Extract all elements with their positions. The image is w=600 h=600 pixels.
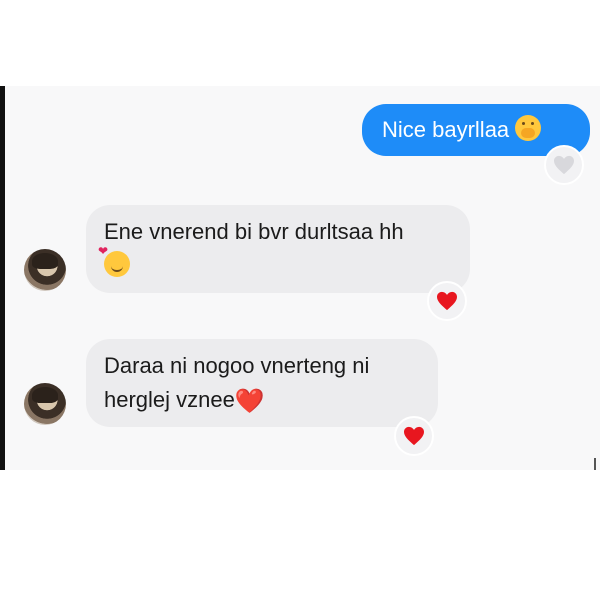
incoming-message-bubble[interactable]: Daraa ni nogoo vnerteng ni herglej vznee… xyxy=(86,339,438,427)
avatar[interactable] xyxy=(24,249,66,291)
red-heart-emoji-icon: ❤️ xyxy=(234,388,265,415)
scrollbar-thumb[interactable] xyxy=(594,458,596,470)
heart-red-icon xyxy=(437,291,457,311)
reaction-badge[interactable] xyxy=(427,281,467,321)
heart-gray-icon xyxy=(554,155,574,175)
left-edge-divider xyxy=(0,86,5,470)
message-line-2: herglej vznee xyxy=(104,387,235,412)
avatar[interactable] xyxy=(24,383,66,425)
smiling-face-with-hearts-emoji-icon xyxy=(98,245,130,277)
message-line-1: Daraa ni nogoo vnerteng ni xyxy=(104,353,370,378)
reaction-badge[interactable] xyxy=(544,145,584,185)
incoming-message-bubble[interactable]: Ene vnerend bi bvr durltsaa hh xyxy=(86,205,470,293)
hand-over-mouth-emoji-icon xyxy=(515,115,542,141)
message-text: Ene vnerend bi bvr durltsaa hh xyxy=(104,219,404,244)
message-text: Nice bayrllaa xyxy=(382,117,510,142)
reaction-badge[interactable] xyxy=(394,416,434,456)
heart-red-icon xyxy=(404,426,424,446)
